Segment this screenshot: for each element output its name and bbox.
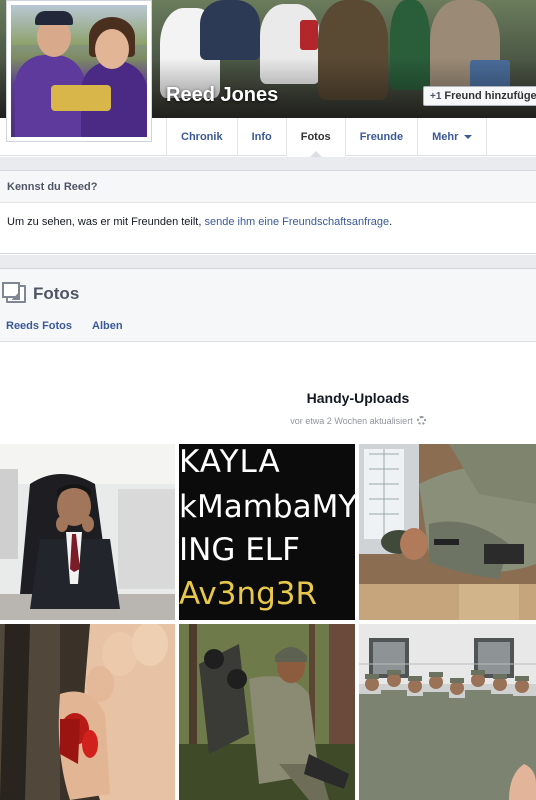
chevron-down-icon xyxy=(464,135,473,139)
photos-title: Fotos xyxy=(2,282,80,304)
friend-request-text-before: Um zu sehen, was er mit Freunden teilt, xyxy=(7,216,205,228)
photo-thumbnail[interactable]: KAYLA kMambaMYP ING ELF Av3ng3R xyxy=(179,444,355,620)
tab-info[interactable]: Info xyxy=(236,118,286,156)
send-friend-request-link[interactable]: sende ihm eine Freundschaftsanfrage xyxy=(204,216,389,228)
album-title[interactable]: Handy-Uploads xyxy=(0,390,536,406)
photo-text-line: Av3ng3R xyxy=(179,576,318,612)
gear-icon[interactable] xyxy=(416,416,426,425)
photo-text-line: ING ELF xyxy=(179,532,300,568)
profile-picture[interactable] xyxy=(6,0,152,142)
albums-link[interactable]: Alben xyxy=(92,320,123,332)
add-friend-label: Freund hinzufüge xyxy=(444,90,536,102)
add-friend-button[interactable]: +1 Freund hinzufüge xyxy=(423,86,536,106)
reeds-photos-link[interactable]: Reeds Fotos xyxy=(6,320,72,332)
section-divider xyxy=(0,157,536,170)
friend-request-panel: Kennst du Reed? Um zu sehen, was er mit … xyxy=(0,170,536,254)
photo-thumbnail[interactable] xyxy=(359,624,536,800)
tab-freunde[interactable]: Freunde xyxy=(344,118,417,156)
tab-mehr-label: Mehr xyxy=(432,131,459,143)
profile-name[interactable]: Reed Jones xyxy=(166,84,278,107)
tab-chronik[interactable]: Chronik xyxy=(166,118,237,156)
photo-text-line: KAYLA xyxy=(179,444,281,480)
friend-request-text-after: . xyxy=(389,216,393,228)
friend-request-text: Um zu sehen, was er mit Freunden teilt, … xyxy=(0,203,536,241)
photo-thumbnail[interactable] xyxy=(0,624,175,800)
photos-header: Fotos Reeds Fotos Alben xyxy=(0,269,536,342)
friend-request-heading: Kennst du Reed? xyxy=(0,171,536,203)
photos-section: Fotos Reeds Fotos Alben Handy-Uploads vo… xyxy=(0,268,536,800)
album-updated-text: vor etwa 2 Wochen aktualisiert xyxy=(290,416,413,426)
photo-thumbnail[interactable] xyxy=(359,444,536,620)
tab-mehr[interactable]: Mehr xyxy=(417,118,488,156)
photos-icon xyxy=(2,282,26,303)
section-divider xyxy=(0,255,536,268)
add-friend-icon: +1 xyxy=(430,90,442,102)
photo-thumbnail[interactable] xyxy=(0,444,175,620)
album-updated: vor etwa 2 Wochen aktualisiert xyxy=(0,416,536,426)
photo-thumbnail[interactable] xyxy=(179,624,355,800)
photo-text-line: kMambaMYP xyxy=(179,489,355,525)
photo-grid: KAYLA kMambaMYP ING ELF Av3ng3R xyxy=(0,444,536,800)
photos-heading: Fotos xyxy=(33,284,80,303)
tab-fotos[interactable]: Fotos xyxy=(285,118,345,157)
